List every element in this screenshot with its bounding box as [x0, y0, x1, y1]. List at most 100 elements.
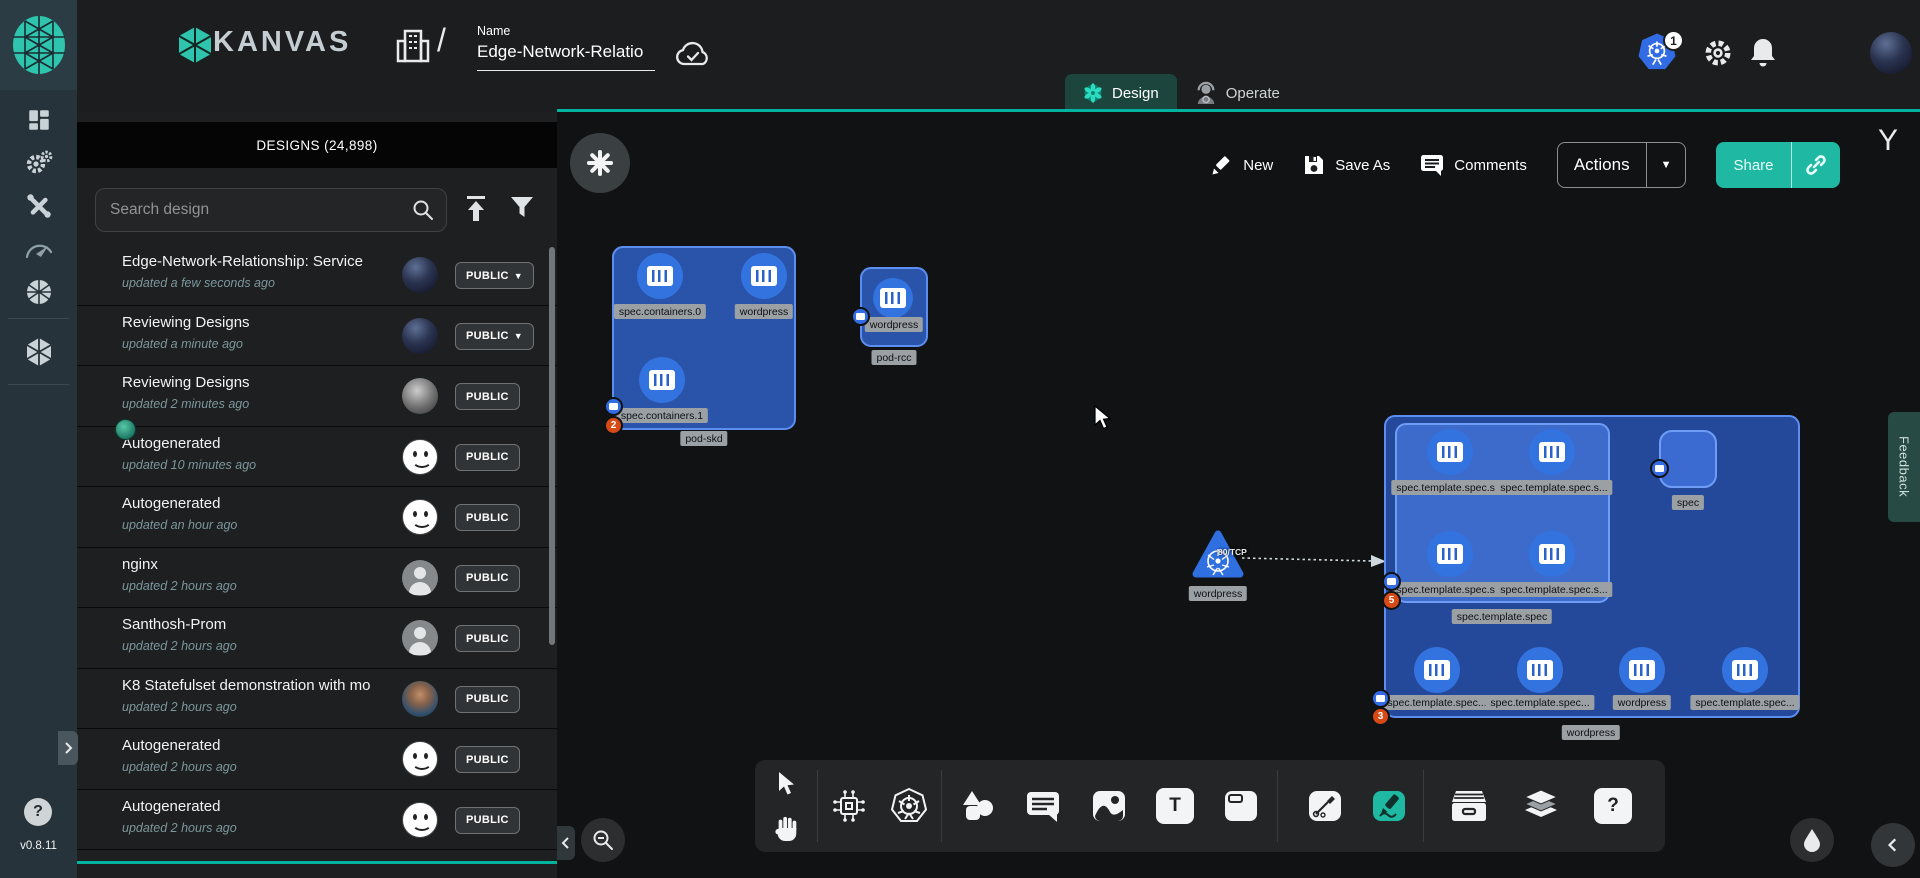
visibility-badge[interactable]: PUBLIC [455, 625, 520, 652]
visibility-badge[interactable]: PUBLIC [455, 565, 520, 592]
design-list-item[interactable]: Autogenerated updated 2 hours ago PUBLIC [77, 729, 557, 790]
container-node[interactable] [741, 253, 787, 299]
design-list-item[interactable]: Edge-Network-Relationship: Service updat… [77, 245, 557, 306]
pen-tool[interactable] [1303, 784, 1347, 828]
deploy-pointer-button[interactable] [1790, 818, 1834, 862]
sidebar-item-kanvas[interactable] [0, 332, 77, 372]
design-search[interactable] [95, 188, 447, 232]
gears-icon [25, 149, 53, 177]
container-node[interactable] [1427, 531, 1473, 577]
error-count-badge[interactable]: 3 [1371, 707, 1390, 726]
sidebar-item-extensions[interactable] [0, 272, 77, 312]
save-as-button[interactable]: Save As [1303, 154, 1390, 176]
container-node[interactable] [1529, 531, 1575, 577]
shapes-tool[interactable] [955, 784, 999, 828]
pod-badge-icon[interactable] [1371, 689, 1390, 708]
design-list-item[interactable]: K8 Statefulset demonstration with mo upd… [77, 669, 557, 730]
container-node[interactable] [1517, 647, 1563, 693]
design-list-item[interactable]: Reviewing Designs updated 2 minutes ago … [77, 366, 557, 427]
user-avatar[interactable] [1870, 32, 1912, 74]
visibility-badge[interactable]: PUBLIC▼ [455, 262, 534, 289]
pan-tool[interactable] [765, 806, 809, 850]
help-button[interactable]: ? [24, 798, 52, 826]
component-tool[interactable] [827, 784, 871, 828]
designs-list-scrollbar[interactable] [549, 247, 555, 645]
actions-label: Actions [1558, 155, 1646, 175]
select-tool[interactable] [765, 762, 809, 806]
copy-link-button[interactable] [1792, 153, 1840, 177]
design-name-input[interactable] [477, 42, 655, 71]
design-list-item[interactable]: Autogenerated updated 10 minutes ago PUB… [77, 427, 557, 488]
expand-panel-button[interactable] [58, 731, 78, 765]
design-list-item[interactable]: Autogenerated updated an hour ago PUBLIC [77, 487, 557, 548]
help-tool[interactable]: ? [1591, 784, 1635, 828]
visibility-badge[interactable]: PUBLIC▼ [455, 323, 534, 350]
design-list-item[interactable]: nginx updated 2 hours ago PUBLIC [77, 548, 557, 609]
design-updated: updated 2 hours ago [122, 821, 237, 835]
toolkit-icon [25, 192, 53, 220]
drawer-tool[interactable] [1447, 784, 1491, 828]
container-node[interactable] [1414, 647, 1460, 693]
kubernetes-tool[interactable] [887, 784, 931, 828]
visibility-badge[interactable]: PUBLIC [455, 383, 520, 410]
pod-badge-icon[interactable] [604, 397, 623, 416]
sidebar-item-lifecycle[interactable] [0, 143, 77, 183]
comments-label: Comments [1454, 157, 1527, 174]
visibility-badge[interactable]: PUBLIC [455, 444, 520, 471]
container-node[interactable] [873, 278, 913, 318]
image-tool[interactable] [1087, 784, 1131, 828]
layer5-logo[interactable] [0, 0, 77, 90]
visibility-badge[interactable]: PUBLIC [455, 686, 520, 713]
save-icon [1303, 154, 1325, 176]
collapse-panel-button[interactable] [557, 826, 575, 860]
design-list-item[interactable]: Santhosh-Prom updated 2 hours ago PUBLIC [77, 608, 557, 669]
visibility-badge[interactable]: PUBLIC [455, 807, 520, 834]
pod-badge-icon[interactable] [1650, 459, 1669, 478]
cluster-chip[interactable] [570, 133, 630, 193]
actions-button[interactable]: Actions ▼ [1557, 142, 1687, 188]
container-node[interactable] [1427, 429, 1473, 475]
frame-tool[interactable] [1219, 784, 1263, 828]
annotation-tool[interactable] [1021, 784, 1065, 828]
error-count-badge[interactable]: 5 [1382, 591, 1401, 610]
pod-badge-icon[interactable] [851, 307, 870, 326]
sidebar-item-performance[interactable] [0, 229, 77, 269]
layers-tool[interactable] [1519, 784, 1563, 828]
drawer-icon [1451, 790, 1487, 822]
share-button[interactable]: Share [1716, 142, 1840, 188]
collapse-right-button[interactable] [1871, 823, 1915, 867]
error-count-badge[interactable]: 2 [604, 416, 623, 435]
design-list-item[interactable]: Autogenerated updated 2 hours ago PUBLIC [77, 790, 557, 851]
feedback-tab[interactable]: Feedback [1888, 412, 1920, 522]
actions-caret-icon[interactable]: ▼ [1647, 159, 1686, 171]
container-node[interactable] [1722, 647, 1768, 693]
container-node[interactable] [1619, 647, 1665, 693]
visibility-badge[interactable]: PUBLIC [455, 746, 520, 773]
zoom-button[interactable] [581, 818, 625, 862]
design-list-item[interactable]: Reviewing Designs updated a minute ago P… [77, 306, 557, 367]
freehand-tool[interactable] [1367, 784, 1411, 828]
settings-gear-icon[interactable] [1703, 38, 1733, 68]
import-design-icon[interactable] [463, 194, 489, 224]
filter-icon[interactable] [509, 194, 535, 220]
notifications-bell-icon[interactable] [1749, 37, 1777, 69]
quick-menu-y-icon[interactable]: Y [1878, 124, 1898, 158]
sidebar-item-dashboard[interactable] [0, 100, 77, 140]
new-button[interactable]: New [1211, 154, 1273, 176]
pod-badge-icon[interactable] [1382, 572, 1401, 591]
service-edge[interactable] [1238, 546, 1388, 572]
container-node[interactable] [1529, 429, 1575, 475]
search-input[interactable] [96, 201, 412, 219]
comments-button[interactable]: Comments [1420, 154, 1527, 176]
visibility-badge[interactable]: PUBLIC [455, 504, 520, 531]
container-node[interactable] [639, 357, 685, 403]
tab-operate[interactable]: Operate [1177, 74, 1298, 112]
tab-design[interactable]: Design [1065, 74, 1177, 112]
organization-icon[interactable] [395, 25, 431, 63]
sidebar-item-configuration[interactable] [0, 186, 77, 226]
group-label: pod-rcc [871, 350, 916, 365]
pen-icon [1308, 790, 1342, 822]
text-tool[interactable]: T [1153, 784, 1197, 828]
spec-node[interactable] [1659, 430, 1717, 488]
container-node[interactable] [637, 253, 683, 299]
